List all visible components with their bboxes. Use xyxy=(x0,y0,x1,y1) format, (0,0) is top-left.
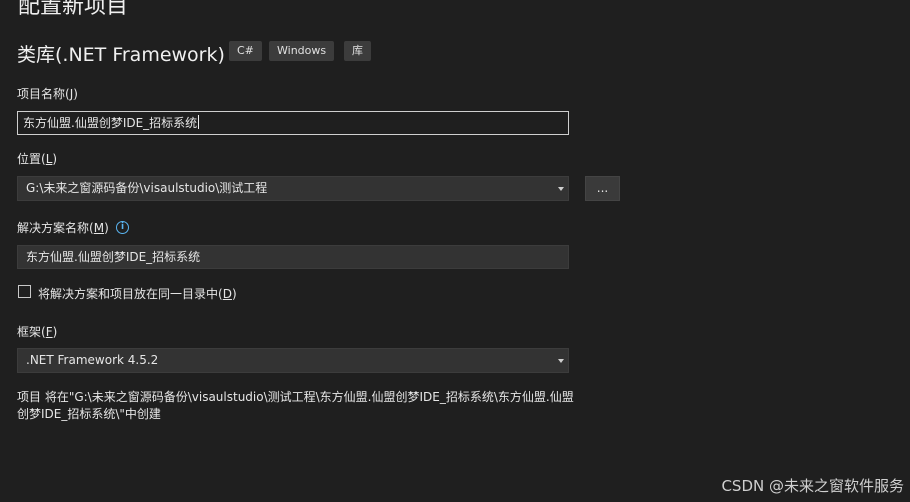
chevron-down-icon xyxy=(558,187,564,191)
tag-platform: Windows xyxy=(269,41,335,61)
same-directory-label[interactable]: 将解决方案和项目放在同一目录中(D) xyxy=(38,285,237,302)
same-directory-checkbox[interactable] xyxy=(18,285,31,298)
solution-name-input[interactable]: 东方仙盟.仙盟创梦IDE_招标系统 xyxy=(17,245,569,269)
framework-combobox[interactable]: .NET Framework 4.5.2 xyxy=(17,348,569,373)
location-label: 位置(L) xyxy=(17,152,58,166)
project-name-label: 项目名称(J) xyxy=(17,87,78,101)
solution-name-label: 解决方案名称(M) xyxy=(17,221,109,235)
info-icon[interactable]: i xyxy=(116,221,129,234)
tag-language: C# xyxy=(229,41,262,61)
template-name: 类库(.NET Framework) xyxy=(17,44,225,66)
chevron-down-icon xyxy=(558,359,564,363)
project-name-input[interactable]: 东方仙盟.仙盟创梦IDE_招标系统 xyxy=(17,111,569,135)
tag-type: 库 xyxy=(344,41,371,61)
browse-button[interactable]: ... xyxy=(585,176,620,201)
page-title: 配置新项目 xyxy=(18,0,129,19)
project-creation-info: 项目 将在"G:\未来之窗源码备份\visaulstudio\测试工程\东方仙盟… xyxy=(17,390,574,421)
watermark: CSDN @未来之窗软件服务 xyxy=(721,477,904,495)
framework-label: 框架(F) xyxy=(17,325,58,339)
location-combobox[interactable]: G:\未来之窗源码备份\visaulstudio\测试工程 xyxy=(17,176,569,201)
